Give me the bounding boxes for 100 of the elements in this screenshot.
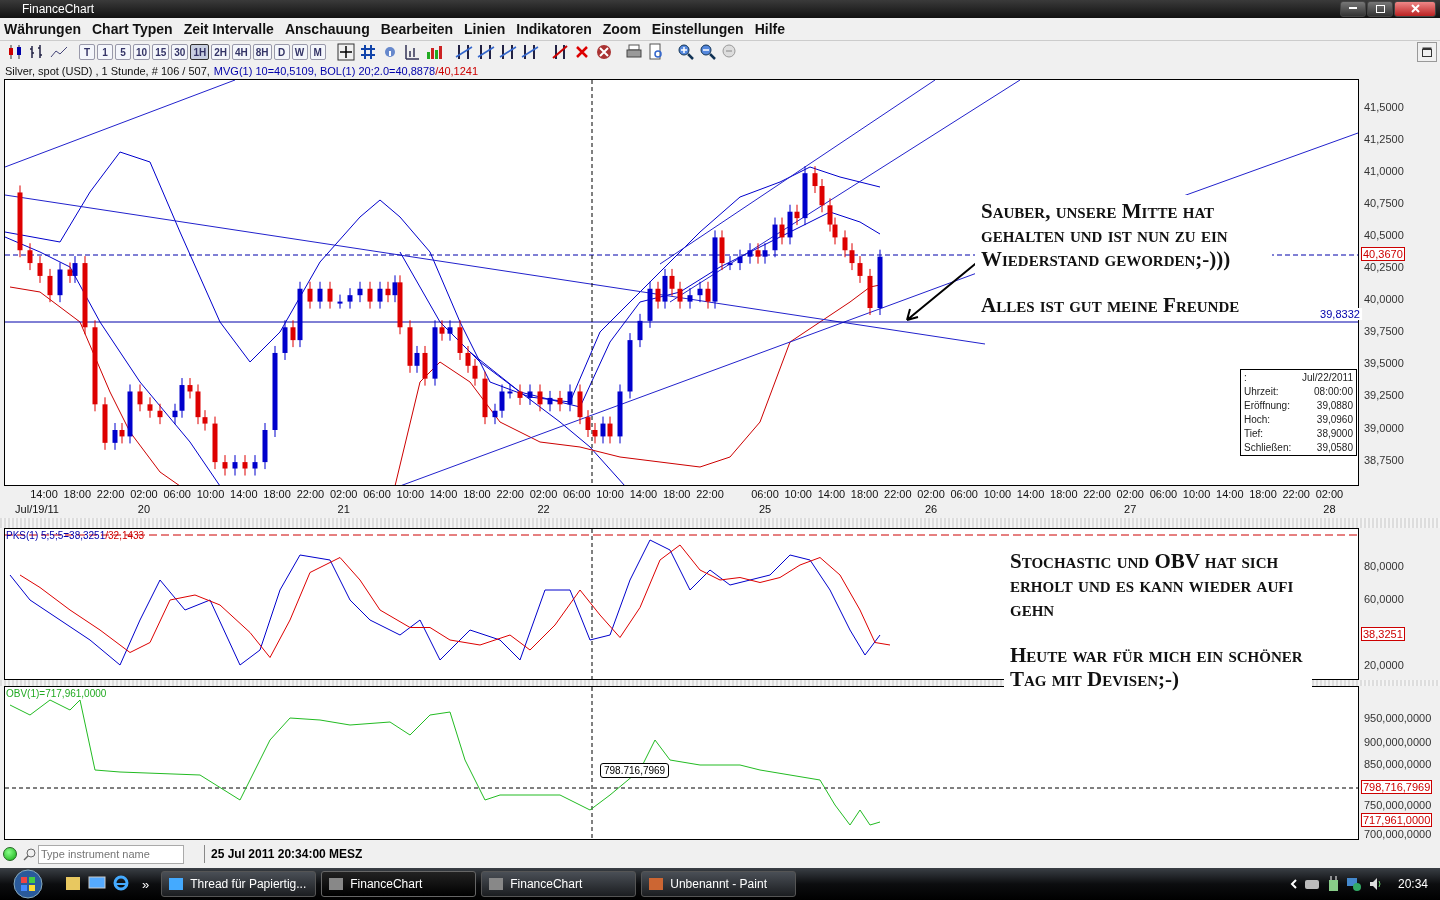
menu-item[interactable]: Zeit Intervalle (183, 20, 274, 37)
time-label: 10:00 (1182, 487, 1211, 500)
info-value: Jul/22/2011 (1301, 371, 1353, 383)
app-icon (328, 876, 345, 893)
axis-label: 80,0000 (1364, 560, 1404, 573)
time-label: 18:00 (850, 487, 879, 500)
menu-item[interactable]: Währungen (4, 20, 81, 37)
maximize-button[interactable] (1367, 0, 1393, 17)
candlestick (737, 248, 743, 271)
connection-status-icon (3, 847, 17, 862)
info-label: Tief: (1244, 427, 1265, 439)
date-label: 27 (1124, 502, 1137, 515)
minimize-icon (1349, 7, 1357, 11)
interval-button[interactable]: 5 (115, 44, 131, 61)
candlestick (347, 287, 353, 309)
interval-button[interactable]: 10 (133, 44, 151, 61)
candlestick (857, 255, 863, 283)
time-label: 18:00 (1050, 487, 1078, 500)
app-icon (648, 876, 665, 893)
time-label: 14:00 (1216, 487, 1244, 500)
time-label: 02:00 (329, 487, 358, 500)
axis-label: 39,5000 (1364, 357, 1404, 370)
candlestick (747, 242, 753, 264)
axis-label: 750,000,0000 (1364, 799, 1432, 812)
time-label: 06:00 (163, 487, 191, 500)
interval-button[interactable]: W (291, 44, 308, 61)
axis-label: 39,0000 (1364, 421, 1404, 434)
time-label: 06:00 (950, 487, 978, 500)
crosshair-icon[interactable] (335, 42, 356, 63)
taskbar-button[interactable]: Thread für Papiertig... (161, 871, 317, 898)
info-value: 39,0580 (1315, 441, 1353, 453)
interval-button[interactable]: 1 (97, 44, 113, 61)
time-label: 18:00 (463, 487, 491, 500)
time-label: 02:00 (130, 487, 158, 500)
time-label: 22:00 (296, 487, 325, 500)
candlestick (687, 287, 693, 309)
candlestick (307, 280, 313, 309)
menu-item[interactable]: Zoom (602, 20, 641, 37)
interval-button[interactable]: 30 (171, 44, 189, 61)
time-label: 10:00 (983, 487, 1012, 500)
axis-label: 20,0000 (1364, 659, 1404, 672)
time-label: 06:00 (363, 487, 391, 500)
app-icon (168, 876, 185, 893)
axis-label: 41,2500 (1364, 132, 1404, 145)
time-label: 06:00 (1149, 487, 1178, 500)
time-label: 10:00 (196, 487, 225, 500)
candlestick (47, 268, 53, 303)
candlestick (447, 319, 453, 341)
taskbar-button[interactable]: FinanceChart (481, 871, 637, 898)
interval-button[interactable]: 8H (252, 44, 272, 61)
candlestick (517, 383, 523, 405)
menu-item[interactable]: Einstellungen (651, 20, 744, 37)
time-label: 18:00 (662, 487, 691, 500)
candlestick (232, 454, 238, 476)
lower-band-value: /40,1241 (435, 65, 479, 78)
candlestick (27, 242, 33, 271)
menu-item[interactable]: Bearbeiten (380, 20, 454, 37)
time-label: 14:00 (230, 487, 258, 500)
interval-button[interactable]: 1H (190, 44, 210, 61)
axis-label: 40,0000 (1364, 293, 1404, 306)
candlestick (457, 319, 463, 361)
interval-button[interactable]: T (79, 44, 95, 61)
drive-icon (1303, 877, 1320, 892)
candlestick (262, 422, 268, 470)
search-field[interactable]: Type instrument name (38, 844, 184, 864)
candlestick (647, 280, 653, 328)
menu-item[interactable]: Linien (464, 20, 506, 37)
menu-item[interactable]: Indikatoren (516, 20, 592, 37)
time-label: 22:00 (496, 487, 524, 500)
candlestick (727, 255, 733, 271)
taskbar-button[interactable]: Unbenannt - Paint (641, 871, 797, 898)
interval-button[interactable]: M (309, 44, 326, 61)
axis-label: 60,0000 (1364, 593, 1404, 606)
menu-item[interactable]: Chart Typen (92, 20, 173, 37)
annotation-text: Sauber, unsere Mitte hat gehalten und ist nun zu ein Wiederstand geworden;-))) (981, 199, 1232, 271)
interval-button[interactable]: 2H (211, 44, 230, 61)
time-label: 02:00 (1116, 487, 1144, 500)
candlestick (242, 454, 248, 476)
candlestick (157, 402, 163, 425)
axis-label: 40,7500 (1364, 196, 1404, 209)
restore-panel-button[interactable] (1417, 42, 1437, 63)
time-label: 06:00 (751, 487, 779, 500)
crosshair-value: 798.716,7969 (600, 763, 670, 779)
overflow-chevron[interactable]: » (142, 876, 150, 892)
close-button[interactable] (1394, 0, 1436, 17)
time-label: 14:00 (817, 487, 846, 500)
interval-button[interactable]: 4H (231, 44, 251, 61)
time-label: 14:00 (1016, 487, 1045, 500)
candlestick (422, 345, 428, 386)
minimize-button[interactable] (1340, 0, 1366, 17)
time-label: 22:00 (96, 487, 125, 500)
interval-button[interactable]: D (273, 44, 290, 61)
candlestick (57, 261, 63, 303)
axis-label: 850,000,0000 (1364, 758, 1432, 771)
menu-item[interactable]: Hilfe (754, 20, 785, 37)
taskbar-button[interactable]: FinanceChart (321, 871, 477, 898)
panel-splitter[interactable] (0, 518, 1440, 529)
time-label: 10:00 (784, 487, 812, 500)
interval-button[interactable]: 15 (152, 44, 170, 61)
menu-item[interactable]: Anschauung (284, 20, 370, 37)
